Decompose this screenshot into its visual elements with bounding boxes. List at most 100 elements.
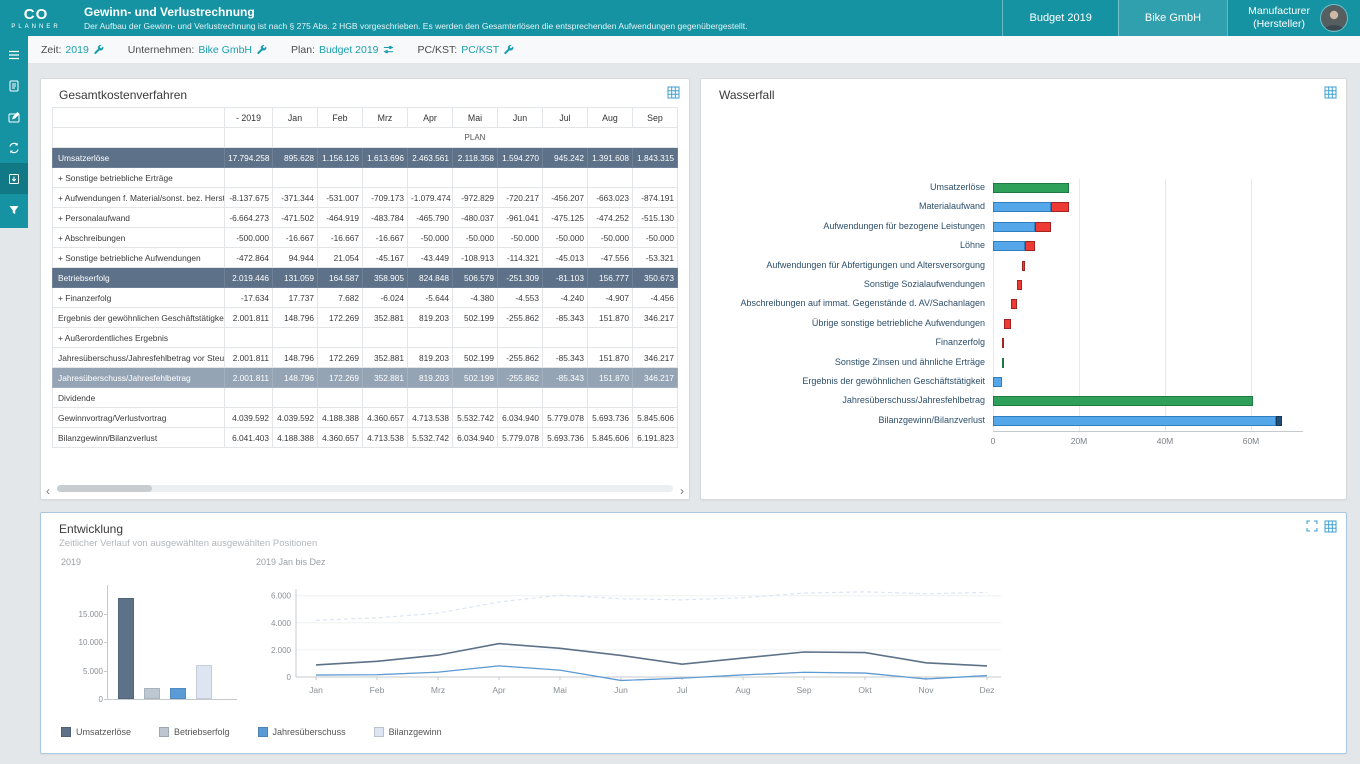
value-cell[interactable]: -475.125 — [542, 207, 588, 228]
value-cell[interactable] — [542, 167, 588, 188]
value-cell[interactable]: -6.664.273 — [224, 207, 273, 228]
value-cell[interactable]: -16.667 — [272, 227, 318, 248]
value-cell[interactable] — [224, 167, 273, 188]
value-cell[interactable] — [272, 327, 318, 348]
value-cell[interactable]: -255.862 — [497, 347, 543, 368]
value-cell[interactable]: -255.862 — [497, 307, 543, 328]
value-cell[interactable]: 2.463.561 — [407, 147, 453, 168]
value-cell[interactable]: 1.594.270 — [497, 147, 543, 168]
value-cell[interactable]: 148.796 — [272, 347, 318, 368]
value-cell[interactable]: -472.864 — [224, 247, 273, 268]
value-cell[interactable]: -531.007 — [317, 187, 363, 208]
value-cell[interactable]: 94.944 — [272, 247, 318, 268]
row-label[interactable]: Betriebserfolg — [52, 267, 225, 288]
edit-icon[interactable] — [0, 101, 28, 132]
value-cell[interactable]: -4.240 — [542, 287, 588, 308]
value-cell[interactable] — [632, 327, 678, 348]
value-cell[interactable]: 4.360.657 — [362, 407, 408, 428]
value-cell[interactable]: 1.156.126 — [317, 147, 363, 168]
value-cell[interactable] — [362, 167, 408, 188]
filter-value[interactable]: Bike GmbH — [198, 44, 252, 56]
value-cell[interactable]: 131.059 — [272, 267, 318, 288]
value-cell[interactable]: 4.360.657 — [317, 427, 363, 448]
value-cell[interactable]: 5.845.606 — [587, 427, 633, 448]
value-cell[interactable]: 502.199 — [452, 307, 498, 328]
value-cell[interactable]: -17.634 — [224, 287, 273, 308]
value-cell[interactable] — [452, 327, 498, 348]
value-cell[interactable]: -4.907 — [587, 287, 633, 308]
row-label[interactable]: Gewinnvortrag/Verlustvortrag — [52, 407, 225, 428]
value-cell[interactable]: -108.913 — [452, 247, 498, 268]
value-cell[interactable]: -720.217 — [497, 187, 543, 208]
gkv-hscrollbar[interactable] — [57, 485, 673, 492]
value-cell[interactable]: -515.130 — [632, 207, 678, 228]
value-cell[interactable]: 156.777 — [587, 267, 633, 288]
value-cell[interactable]: -1.079.474 — [407, 187, 453, 208]
grid-view-icon[interactable] — [1324, 520, 1337, 533]
value-cell[interactable]: -255.862 — [497, 367, 543, 388]
value-cell[interactable]: 1.843.315 — [632, 147, 678, 168]
value-cell[interactable]: 5.779.078 — [542, 407, 588, 428]
value-cell[interactable]: -45.013 — [542, 247, 588, 268]
value-cell[interactable] — [272, 167, 318, 188]
value-cell[interactable]: 352.881 — [362, 307, 408, 328]
value-cell[interactable] — [497, 387, 543, 408]
value-cell[interactable] — [317, 387, 363, 408]
value-cell[interactable]: 151.870 — [587, 367, 633, 388]
value-cell[interactable]: 945.242 — [542, 147, 588, 168]
value-cell[interactable]: -8.137.675 — [224, 187, 273, 208]
value-cell[interactable]: -480.037 — [452, 207, 498, 228]
value-cell[interactable]: -874.191 — [632, 187, 678, 208]
filter-value[interactable]: PC/KST — [461, 44, 499, 56]
value-cell[interactable]: 506.579 — [452, 267, 498, 288]
value-cell[interactable]: 7.682 — [317, 287, 363, 308]
row-label[interactable]: + Sonstige betriebliche Aufwendungen — [52, 247, 225, 268]
value-cell[interactable] — [407, 327, 453, 348]
value-cell[interactable]: -47.556 — [587, 247, 633, 268]
value-cell[interactable] — [407, 167, 453, 188]
filter-icon[interactable] — [0, 194, 28, 225]
value-cell[interactable]: 148.796 — [272, 307, 318, 328]
value-cell[interactable]: 172.269 — [317, 367, 363, 388]
value-cell[interactable]: 5.693.736 — [542, 427, 588, 448]
value-cell[interactable] — [542, 327, 588, 348]
value-cell[interactable]: -500.000 — [224, 227, 273, 248]
legend-item[interactable]: Betriebserfolg — [159, 727, 230, 737]
value-cell[interactable]: -50.000 — [452, 227, 498, 248]
value-cell[interactable]: -85.343 — [542, 367, 588, 388]
value-cell[interactable]: 352.881 — [362, 367, 408, 388]
value-cell[interactable]: 151.870 — [587, 347, 633, 368]
value-cell[interactable]: -465.790 — [407, 207, 453, 228]
row-label[interactable]: Jahresüberschuss/Jahresfehlbetrag — [52, 367, 225, 388]
filter-value[interactable]: 2019 — [65, 44, 88, 56]
value-cell[interactable]: -16.667 — [317, 227, 363, 248]
value-cell[interactable]: -43.449 — [407, 247, 453, 268]
value-cell[interactable]: 895.628 — [272, 147, 318, 168]
header-plan-button[interactable]: Budget 2019 — [1002, 0, 1117, 36]
row-label[interactable]: Ergebnis der gewöhnlichen Geschäftstätig… — [52, 307, 225, 328]
grid-view-icon[interactable] — [667, 86, 680, 99]
value-cell[interactable]: 819.203 — [407, 307, 453, 328]
value-cell[interactable] — [362, 387, 408, 408]
value-cell[interactable]: 346.217 — [632, 347, 678, 368]
legend-item[interactable]: Bilanzgewinn — [373, 727, 442, 737]
value-cell[interactable]: 346.217 — [632, 307, 678, 328]
value-cell[interactable] — [452, 387, 498, 408]
value-cell[interactable] — [632, 167, 678, 188]
user-avatar[interactable] — [1320, 4, 1348, 32]
value-cell[interactable]: 824.848 — [407, 267, 453, 288]
value-cell[interactable]: 2.001.811 — [224, 367, 273, 388]
value-cell[interactable]: -4.380 — [452, 287, 498, 308]
value-cell[interactable]: 4.713.538 — [407, 407, 453, 428]
value-cell[interactable]: 5.779.078 — [497, 427, 543, 448]
legend-item[interactable]: Umsatzerlöse — [61, 727, 131, 737]
value-cell[interactable]: 502.199 — [452, 347, 498, 368]
value-cell[interactable]: 2.001.811 — [224, 307, 273, 328]
value-cell[interactable]: 6.034.940 — [497, 407, 543, 428]
value-cell[interactable]: 5.693.736 — [587, 407, 633, 428]
value-cell[interactable] — [224, 387, 273, 408]
value-cell[interactable]: 2.001.811 — [224, 347, 273, 368]
row-label[interactable]: + Abschreibungen — [52, 227, 225, 248]
value-cell[interactable]: -483.784 — [362, 207, 408, 228]
row-label[interactable]: + Sonstige betriebliche Erträge — [52, 167, 225, 188]
